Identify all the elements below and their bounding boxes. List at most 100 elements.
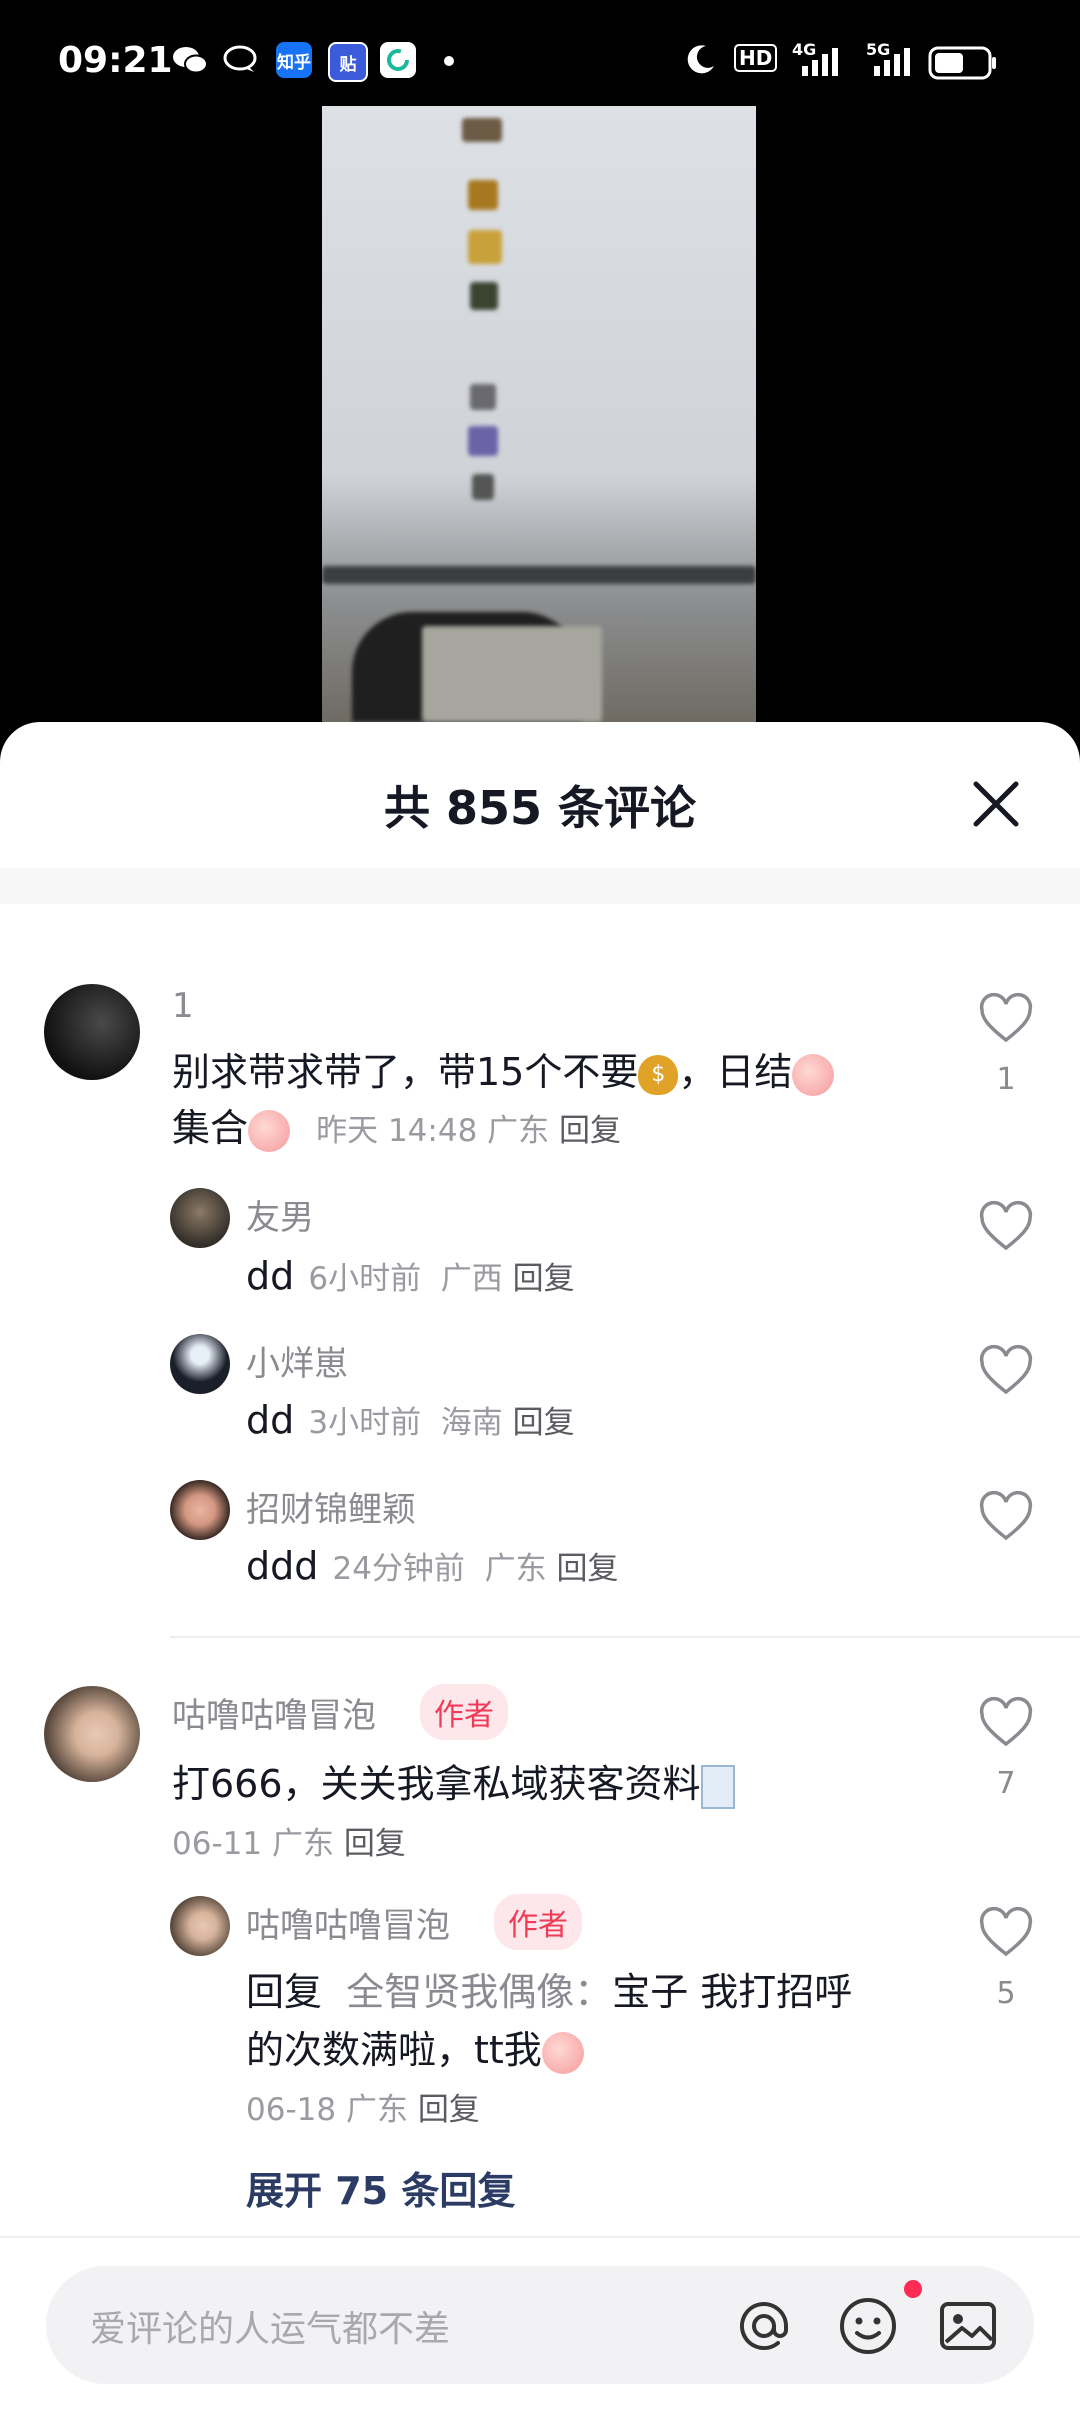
- comment-text-line2: 集合 昨天 14:48 广东 回复: [172, 1100, 621, 1159]
- reply-time: 06-18: [246, 2092, 337, 2128]
- comment-text: 别求带求带了，带15个不要 $ ，日结: [172, 1044, 835, 1100]
- at-icon: [740, 2302, 788, 2351]
- video-blur-shape: [462, 118, 502, 142]
- wechat-icon: [172, 42, 208, 78]
- reply-author[interactable]: 咕噜咕噜冒泡: [246, 1898, 450, 1947]
- image-icon: [940, 2302, 996, 2350]
- like-button[interactable]: [978, 1490, 1034, 1546]
- comment-count-title: 共 855 条评论: [383, 781, 697, 835]
- avatar[interactable]: [170, 1480, 230, 1540]
- document-icon: [700, 1764, 735, 1809]
- expand-replies-button[interactable]: 展开 75 条回复: [246, 2160, 515, 2215]
- heart-icon: [979, 992, 1033, 1043]
- reply-button[interactable]: 回复: [344, 1826, 406, 1862]
- refresh-app-icon: [380, 42, 416, 78]
- emoji-icon: [840, 2298, 896, 2354]
- reply-time: 3小时前: [308, 1405, 422, 1441]
- reply-prefix: 回复: [246, 1970, 323, 2014]
- like-button[interactable]: [978, 1906, 1034, 1962]
- reply-text-part: dd: [246, 1254, 295, 1298]
- comment-time: 06-11: [172, 1826, 263, 1862]
- moon-icon: [684, 42, 718, 80]
- close-icon: [973, 781, 1019, 827]
- more-notifications-dot: [444, 56, 454, 66]
- like-button[interactable]: [978, 1200, 1034, 1256]
- reply-button[interactable]: 回复: [418, 2092, 480, 2128]
- comment-time: 昨天 14:48: [316, 1113, 478, 1149]
- reply-text-part: ddd: [246, 1544, 319, 1588]
- status-bar: 09:21 知乎 贴 HD 4G 5G: [0, 0, 1080, 120]
- hd-label: HD: [739, 46, 773, 70]
- like-button[interactable]: [978, 1696, 1034, 1752]
- hd-icon: HD: [734, 44, 778, 72]
- video-blur-shape: [468, 180, 498, 210]
- like-button[interactable]: [978, 1344, 1034, 1400]
- reply-target[interactable]: 全智贤我偶像：: [346, 1970, 612, 2014]
- reply-button[interactable]: 回复: [513, 1405, 575, 1441]
- reply-text: dd 6小时前 广西 回复: [246, 1248, 575, 1307]
- zhihu-label: 知乎: [277, 52, 311, 73]
- video-blur-shape: [422, 626, 602, 722]
- reply-button[interactable]: 回复: [557, 1551, 619, 1587]
- comment-author[interactable]: 咕噜咕噜冒泡: [172, 1688, 376, 1737]
- avatar[interactable]: [170, 1188, 230, 1248]
- reply-text: ddd 24分钟前 广东 回复: [246, 1538, 619, 1597]
- pig-emoji-icon: [248, 1109, 291, 1152]
- pig-emoji-icon: [541, 2031, 584, 2074]
- reply-location: 海南: [440, 1405, 503, 1441]
- reply-button[interactable]: 回复: [559, 1113, 621, 1149]
- comment-location: 广东: [271, 1826, 334, 1862]
- video-blur-shape: [470, 282, 498, 310]
- like-count: 1: [996, 1062, 1016, 1097]
- comment-location: 广东: [487, 1113, 550, 1149]
- header-divider: [0, 868, 1080, 904]
- reply-time: 24分钟前: [332, 1551, 465, 1587]
- reply-text: dd 3小时前 海南 回复: [246, 1392, 575, 1451]
- like-count: 7: [996, 1766, 1016, 1801]
- author-badge: 作者: [494, 1894, 582, 1950]
- image-button[interactable]: [936, 2294, 1000, 2358]
- tieba-icon: 贴: [328, 42, 368, 82]
- comment-input-placeholder: 爱评论的人运气都不差: [90, 2309, 451, 2350]
- heart-icon: [979, 1490, 1033, 1541]
- chat-bubble-icon: [222, 42, 258, 78]
- comment-text: 打666，关关我拿私域获客资料: [172, 1756, 735, 1812]
- like-count: 5: [996, 1976, 1016, 2011]
- comment-author[interactable]: 1: [172, 986, 194, 1026]
- avatar[interactable]: [44, 984, 140, 1080]
- emoji-button[interactable]: [836, 2294, 900, 2358]
- mention-button[interactable]: [732, 2294, 796, 2358]
- signal-icon-1: [800, 48, 844, 82]
- reply-author[interactable]: 小烊崽: [246, 1336, 348, 1385]
- heart-icon: [979, 1906, 1033, 1957]
- pig-emoji-icon: [792, 1053, 835, 1096]
- close-button[interactable]: [966, 774, 1026, 834]
- heart-icon: [979, 1200, 1033, 1251]
- reply-text: 回复 全智贤我偶像：宝子 我打招呼: [246, 1964, 852, 2020]
- notification-dot: [904, 2280, 922, 2298]
- video-blur-shape: [468, 426, 498, 456]
- like-button[interactable]: [978, 992, 1034, 1048]
- reply-text-part: 宝子 我打招呼: [612, 1970, 853, 2014]
- reply-author[interactable]: 招财锦鲤颖: [246, 1482, 416, 1531]
- signal-icon-2: [872, 48, 916, 82]
- video-blur-shape: [322, 566, 756, 584]
- avatar[interactable]: [170, 1896, 230, 1956]
- comment-input[interactable]: 爱评论的人运气都不差: [46, 2266, 1034, 2384]
- video-blur-shape: [472, 474, 494, 500]
- author-badge: 作者: [420, 1684, 508, 1740]
- avatar[interactable]: [44, 1686, 140, 1782]
- video-blur-shape: [470, 384, 496, 410]
- reply-button[interactable]: 回复: [513, 1261, 575, 1297]
- reply-author[interactable]: 友男: [246, 1190, 314, 1239]
- video-blur-shape: [468, 230, 502, 264]
- reply-text-part: 的次数满啦，tt我: [246, 2028, 542, 2072]
- reply-meta: 06-18 广东 回复: [246, 2084, 480, 2129]
- video-player[interactable]: [322, 106, 756, 722]
- reply-location: 广东: [345, 2092, 408, 2128]
- reply-text-line2: 的次数满啦，tt我: [246, 2022, 584, 2078]
- comment-text-part: ，日结: [678, 1050, 793, 1094]
- comment-text-part: 别求带求带了，带15个不要: [172, 1050, 639, 1094]
- zhihu-icon: 知乎: [276, 42, 312, 78]
- avatar[interactable]: [170, 1334, 230, 1394]
